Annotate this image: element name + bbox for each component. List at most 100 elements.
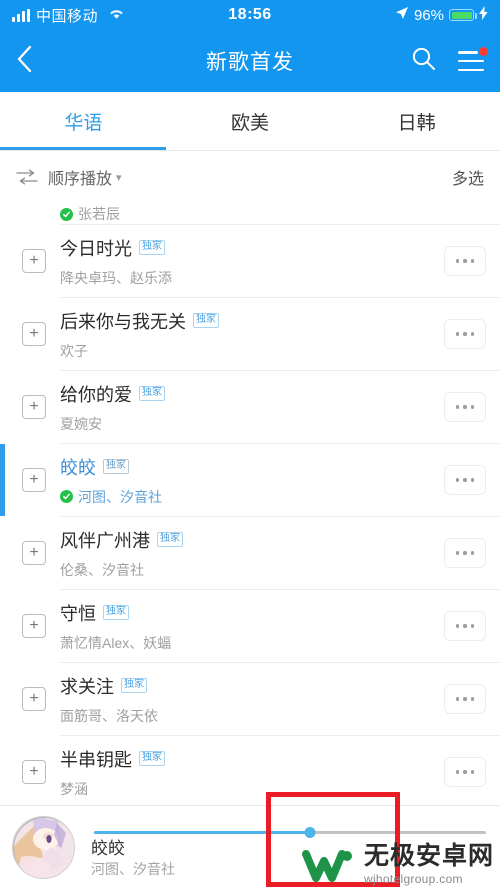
song-title: 守恒 <box>60 603 96 624</box>
carrier-label: 中国移动 <box>36 7 99 25</box>
plus-square-icon[interactable]: + <box>22 249 46 273</box>
song-title: 给你的爱 <box>60 384 132 405</box>
multi-select-button[interactable]: 多选 <box>452 165 484 189</box>
song-title: 半串钥匙 <box>60 749 132 770</box>
nav-actions <box>411 46 488 76</box>
song-title: 今日时光 <box>60 238 132 259</box>
tab-rihan[interactable]: 日韩 <box>333 92 500 150</box>
table-row[interactable]: + 今日时光 独家 降央卓玛、赵乐添 <box>0 225 500 297</box>
song-info: 后来你与我无关 独家 欢子 <box>60 308 444 361</box>
list-item-partial[interactable]: 张若辰 <box>0 202 500 224</box>
table-row-playing[interactable]: + 皎皎 独家 河图、汐音社 <box>0 444 500 516</box>
lightning-bolt-icon <box>479 6 488 24</box>
song-info: 守恒 独家 萧忆情Alex、妖蝠 <box>60 600 444 653</box>
table-row[interactable]: + 给你的爱 独家 夏婉安 <box>0 371 500 443</box>
artist-name: 河图、汐音社 <box>78 488 162 505</box>
now-playing-indicator <box>0 444 5 516</box>
player-song-title: 皎皎 <box>91 839 125 858</box>
status-bar-left: 中国移动 <box>12 5 125 26</box>
song-info: 皎皎 独家 河图、汐音社 <box>60 454 444 507</box>
song-info: 风伴广州港 独家 伦桑、汐音社 <box>60 527 444 580</box>
table-row[interactable]: + 风伴广州港 独家 伦桑、汐音社 <box>0 517 500 589</box>
song-info: 半串钥匙 独家 梦涵 <box>60 746 444 799</box>
back-button[interactable] <box>16 41 56 81</box>
artist-name: 降央卓玛、赵乐添 <box>60 269 172 286</box>
playback-progress-slider[interactable] <box>94 827 486 838</box>
more-dots-icon[interactable] <box>444 465 486 495</box>
artist-name: 伦桑、汐音社 <box>60 561 144 578</box>
status-bar-right: 96% <box>395 6 488 24</box>
plus-square-icon[interactable]: + <box>22 468 46 492</box>
tab-label: 欧美 <box>231 112 270 134</box>
player-song-artist: 河图、汐音社 <box>91 861 175 877</box>
tab-label: 日韩 <box>397 112 436 134</box>
tab-label: 华语 <box>64 112 103 134</box>
song-title: 求关注 <box>60 676 114 697</box>
hamburger-menu-icon[interactable] <box>458 47 488 71</box>
battery-percent-label: 96% <box>413 6 444 24</box>
plus-square-icon[interactable]: + <box>22 541 46 565</box>
w-logo-icon <box>301 845 356 885</box>
more-dots-icon[interactable] <box>444 246 486 276</box>
more-dots-icon[interactable] <box>444 684 486 714</box>
exclusive-tag: 独家 <box>103 604 129 621</box>
progress-thumb[interactable] <box>304 827 316 838</box>
table-row[interactable]: + 守恒 独家 萧忆情Alex、妖蝠 <box>0 590 500 662</box>
watermark-text: 无极安卓网 wjhotelgroup.com <box>363 842 494 886</box>
table-row[interactable]: + 半串钥匙 独家 梦涵 <box>0 736 500 805</box>
artist-name: 张若辰 <box>78 206 120 222</box>
song-info: 给你的爱 独家 夏婉安 <box>60 381 444 434</box>
plus-square-icon[interactable]: + <box>22 760 46 784</box>
battery-icon <box>449 9 477 21</box>
wifi-icon <box>108 7 125 24</box>
plus-square-icon[interactable]: + <box>22 395 46 419</box>
signal-bars-icon <box>12 8 30 22</box>
plus-square-icon[interactable]: + <box>22 687 46 711</box>
location-arrow-icon <box>395 6 409 24</box>
exclusive-tag: 独家 <box>103 458 129 475</box>
artist-name: 欢子 <box>60 342 88 359</box>
song-info: 求关注 独家 面筋哥、洛天依 <box>60 673 444 726</box>
active-tab-indicator <box>0 147 166 150</box>
tab-oumei[interactable]: 欧美 <box>167 92 334 150</box>
more-dots-icon[interactable] <box>444 538 486 568</box>
app-root: 中国移动 18:56 96% 新歌首发 华语 欧美 日韩 顺序播放 ▾ 多选 张… <box>0 0 500 889</box>
song-title: 皎皎 <box>60 457 96 478</box>
progress-fill <box>94 831 310 834</box>
plus-square-icon[interactable]: + <box>22 614 46 638</box>
status-bar: 中国移动 18:56 96% <box>0 0 500 30</box>
nav-bar: 新歌首发 <box>0 30 500 92</box>
chevron-left-icon <box>16 45 32 78</box>
play-mode-label[interactable]: 顺序播放 <box>48 165 112 189</box>
table-row[interactable]: + 求关注 独家 面筋哥、洛天依 <box>0 663 500 735</box>
song-info: 今日时光 独家 降央卓玛、赵乐添 <box>60 235 444 288</box>
category-tabs: 华语 欧美 日韩 <box>0 92 500 150</box>
playlist-control-row: 顺序播放 ▾ 多选 <box>0 151 500 203</box>
more-dots-icon[interactable] <box>444 319 486 349</box>
more-dots-icon[interactable] <box>444 392 486 422</box>
sequence-play-icon[interactable] <box>16 169 38 185</box>
plus-square-icon[interactable]: + <box>22 322 46 346</box>
exclusive-tag: 独家 <box>157 531 183 548</box>
tab-huayu[interactable]: 华语 <box>0 92 167 150</box>
verified-check-icon <box>60 490 73 503</box>
notification-badge-dot <box>479 47 488 56</box>
artist-name: 夏婉安 <box>60 415 102 432</box>
song-title: 风伴广州港 <box>60 530 150 551</box>
exclusive-tag: 独家 <box>193 312 219 329</box>
exclusive-tag: 独家 <box>139 239 165 256</box>
more-dots-icon[interactable] <box>444 757 486 787</box>
artist-name: 梦涵 <box>60 780 88 797</box>
search-icon[interactable] <box>411 46 436 76</box>
album-cover-art[interactable] <box>12 816 75 879</box>
chevron-down-icon[interactable]: ▾ <box>116 171 122 184</box>
artist-name: 面筋哥、洛天依 <box>60 707 158 724</box>
song-list[interactable]: 张若辰 + 今日时光 独家 降央卓玛、赵乐添 + 后来你与我无关 独家 欢子 +… <box>0 202 500 805</box>
watermark-name: 无极安卓网 <box>363 842 494 870</box>
more-dots-icon[interactable] <box>444 611 486 641</box>
exclusive-tag: 独家 <box>139 750 165 767</box>
song-title: 后来你与我无关 <box>60 311 186 332</box>
watermark-url: wjhotelgroup.com <box>363 872 463 886</box>
exclusive-tag: 独家 <box>121 677 147 694</box>
table-row[interactable]: + 后来你与我无关 独家 欢子 <box>0 298 500 370</box>
